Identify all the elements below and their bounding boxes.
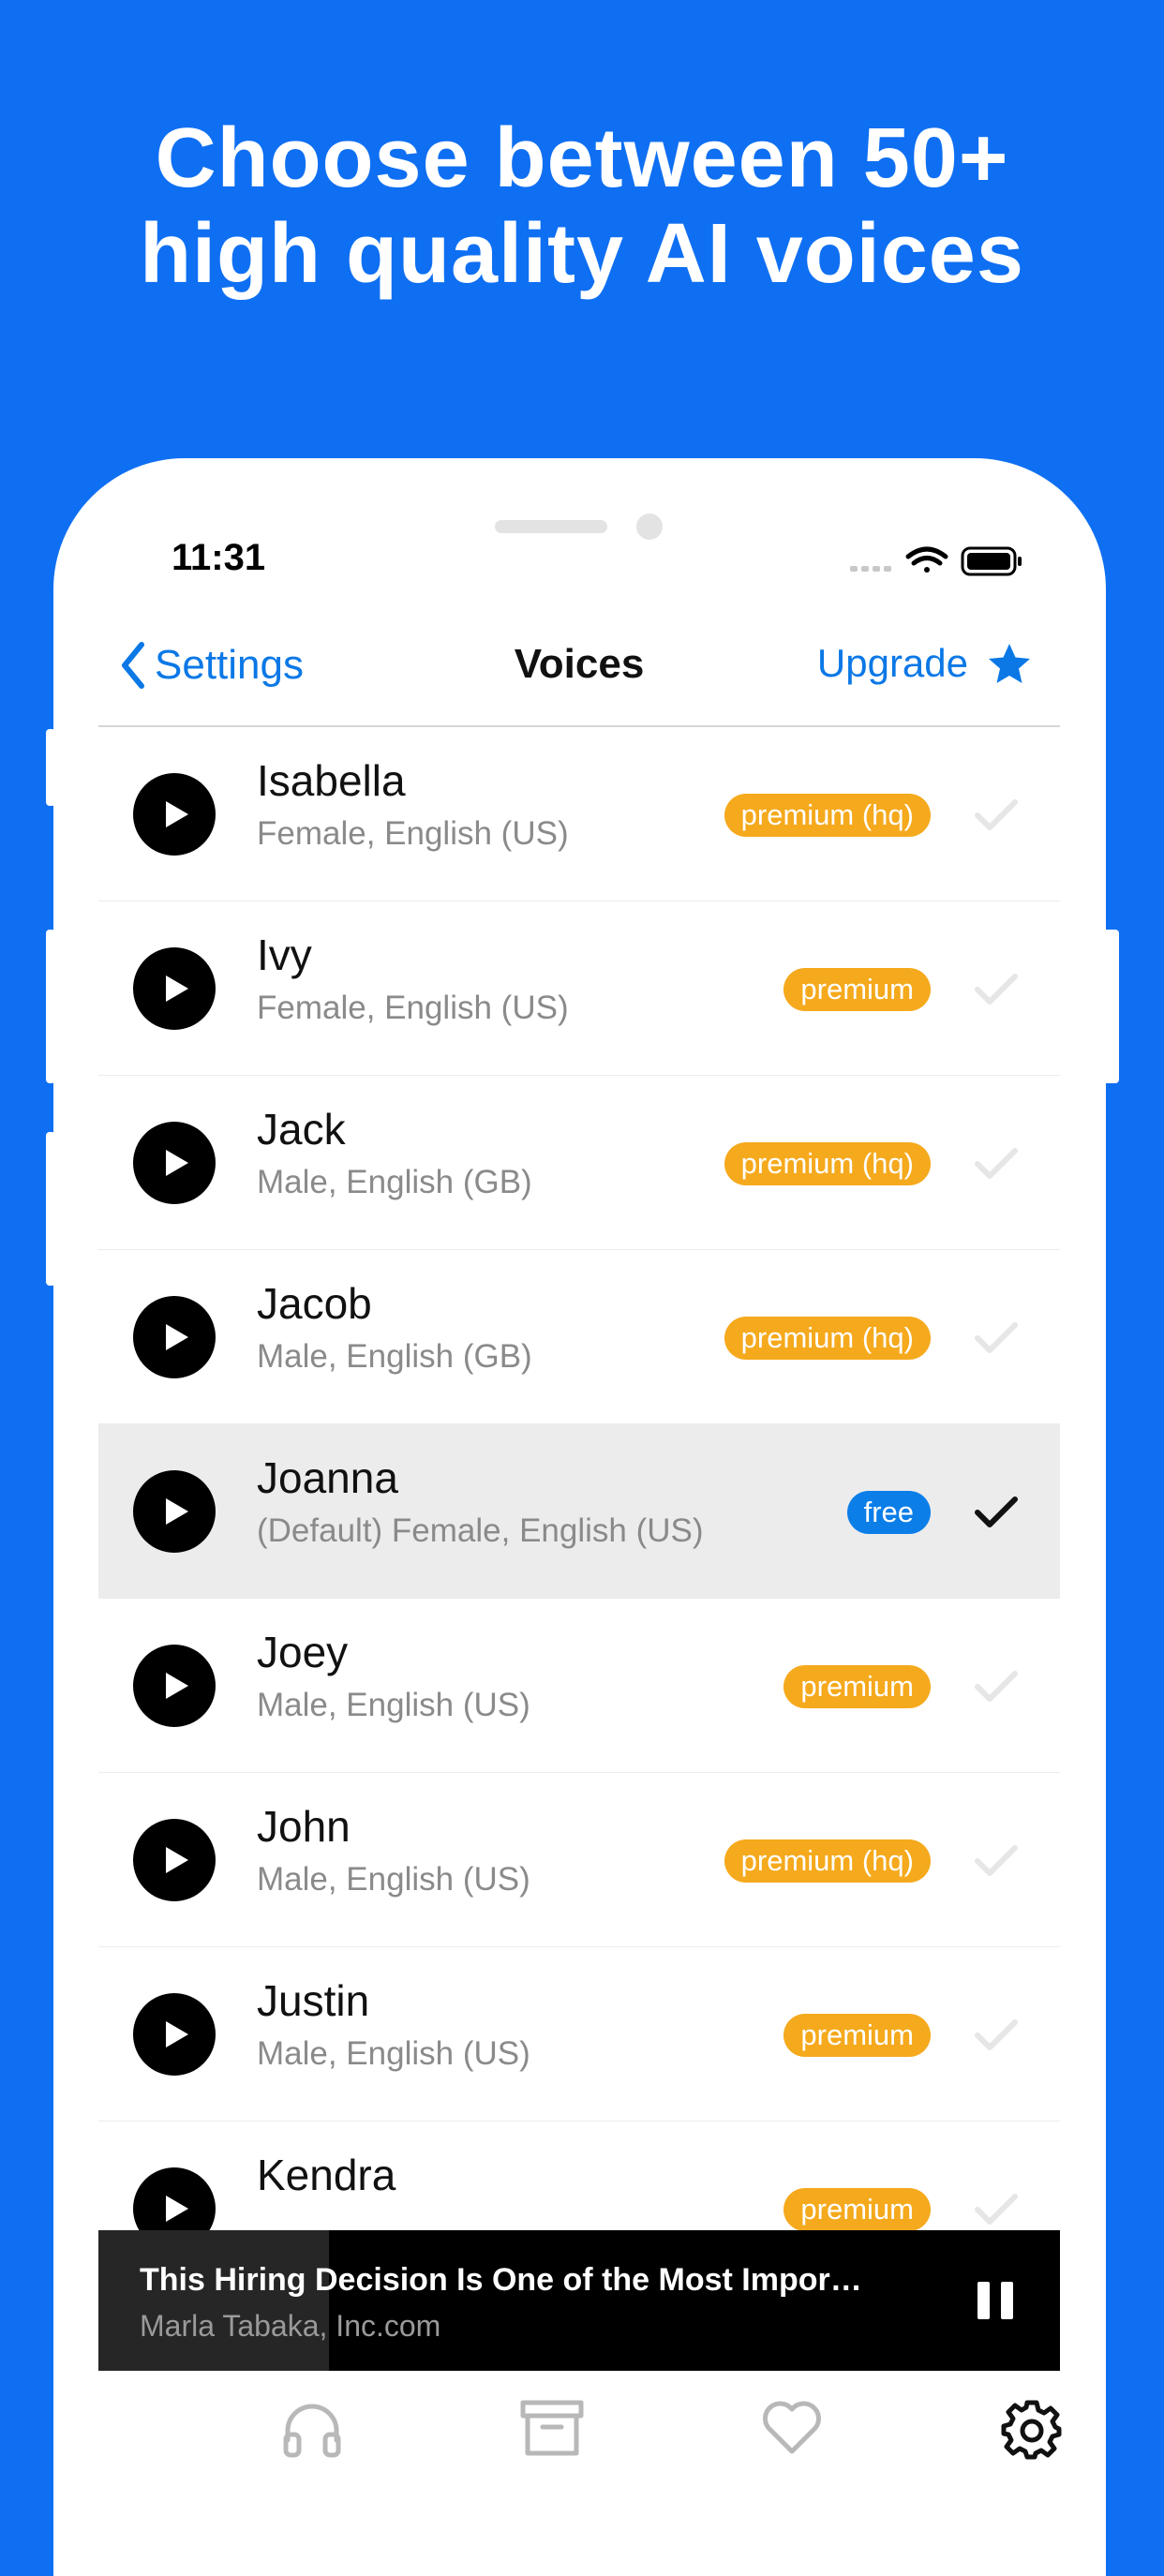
- heart-icon: [763, 2401, 821, 2454]
- voice-row[interactable]: Joanna (Default) Female, English (US) free: [98, 1424, 1060, 1599]
- voice-list[interactable]: Isabella Female, English (US) premium (hq)…: [98, 727, 1060, 2230]
- voice-row[interactable]: Isabella Female, English (US) premium (hq): [98, 727, 1060, 901]
- voice-row[interactable]: Justin Male, English (US) premium: [98, 1947, 1060, 2122]
- play-icon: [166, 1498, 188, 1525]
- tab-listen[interactable]: [275, 2399, 350, 2464]
- checkmark-icon[interactable]: [974, 797, 1019, 834]
- voice-tier-badge: premium: [783, 1665, 931, 1708]
- player-subtitle: Marla Tabaka, Inc.com: [140, 2309, 441, 2343]
- play-button[interactable]: [133, 1296, 216, 1378]
- voice-description: Male, English (GB): [257, 1164, 532, 1200]
- voice-tier-badge: premium: [783, 968, 931, 1011]
- status-time: 11:31: [172, 537, 266, 578]
- voice-tier-badge: premium (hq): [724, 794, 931, 837]
- play-button[interactable]: [133, 1645, 216, 1727]
- back-button[interactable]: Settings: [119, 641, 304, 690]
- tab-settings[interactable]: [994, 2399, 1069, 2464]
- play-icon: [166, 1324, 188, 1350]
- voice-description: Male, English (GB): [257, 1338, 532, 1375]
- wifi-icon: [905, 546, 948, 573]
- signal-icon: [850, 566, 891, 572]
- upgrade-button-label: Upgrade: [816, 641, 968, 685]
- pause-icon: [977, 2282, 990, 2319]
- checkmark-icon[interactable]: [974, 2191, 1019, 2228]
- play-button[interactable]: [133, 1993, 216, 2076]
- voice-name: Kendra: [257, 2151, 396, 2199]
- voice-tier-badge: free: [846, 1491, 931, 1534]
- play-icon: [166, 1150, 188, 1176]
- voice-tier-badge: premium: [783, 2188, 931, 2230]
- checkmark-icon[interactable]: [974, 971, 1019, 1008]
- pause-button[interactable]: [977, 2282, 1013, 2319]
- gear-icon: [1001, 2400, 1062, 2460]
- play-button[interactable]: [133, 1122, 216, 1204]
- checkmark-icon[interactable]: [974, 1145, 1019, 1183]
- play-button[interactable]: [133, 947, 216, 1030]
- play-icon: [166, 1673, 188, 1699]
- tab-archive[interactable]: [515, 2399, 589, 2464]
- checkmark-icon[interactable]: [974, 2017, 1019, 2054]
- play-button[interactable]: [133, 773, 216, 856]
- voice-description: Female, English (US): [257, 990, 569, 1026]
- voice-description: (Default) Female, English (US): [257, 1512, 704, 1549]
- play-button[interactable]: [133, 1819, 216, 1901]
- voice-name: Jack: [257, 1105, 346, 1154]
- checkmark-icon[interactable]: [974, 1494, 1019, 1531]
- phone-camera: [636, 514, 663, 540]
- voice-name: Joanna: [257, 1453, 398, 1502]
- voice-name: Ivy: [257, 931, 312, 979]
- headphones-icon: [283, 2404, 341, 2458]
- archive-icon: [520, 2400, 584, 2456]
- voice-row[interactable]: Joey Male, English (US) premium: [98, 1599, 1060, 1773]
- headline-line-1: Choose between 50+: [155, 112, 1009, 205]
- player-progress: [98, 2230, 330, 2371]
- voice-name: Joey: [257, 1628, 349, 1676]
- voice-row[interactable]: John Male, English (US) premium (hq): [98, 1773, 1060, 1947]
- voice-name: Jacob: [257, 1279, 372, 1328]
- voice-row[interactable]: Kendra premium: [98, 2122, 1060, 2230]
- play-button[interactable]: [133, 1470, 216, 1553]
- voice-description: Male, English (US): [257, 2035, 530, 2072]
- tab-favorites[interactable]: [754, 2399, 829, 2464]
- voice-row[interactable]: Jack Male, English (GB) premium (hq): [98, 1076, 1060, 1250]
- navigation-bar: Settings Voices Upgrade: [98, 628, 1060, 727]
- player-title: This Hiring Decision Is One of the Most …: [140, 2262, 862, 2298]
- chevron-left-icon: [122, 642, 144, 689]
- checkmark-icon[interactable]: [974, 1668, 1019, 1705]
- checkmark-icon[interactable]: [974, 1842, 1019, 1880]
- phone-speaker: [495, 520, 607, 533]
- pause-icon: [1001, 2282, 1013, 2319]
- play-icon: [166, 801, 188, 827]
- voice-tier-badge: premium (hq): [724, 1142, 931, 1185]
- voice-tier-badge: premium: [783, 2014, 931, 2057]
- back-button-label: Settings: [155, 642, 304, 688]
- play-icon: [166, 2196, 188, 2222]
- voice-description: Male, English (US): [257, 1861, 530, 1898]
- play-button[interactable]: [133, 2167, 216, 2230]
- headline-line-2: high quality AI voices: [140, 207, 1024, 301]
- voice-tier-badge: premium (hq): [724, 1317, 931, 1360]
- voice-name: Isabella: [257, 756, 406, 805]
- play-icon: [166, 2021, 188, 2047]
- upgrade-button[interactable]: Upgrade: [817, 641, 1032, 686]
- star-icon: [989, 644, 1030, 683]
- voice-tier-badge: premium (hq): [724, 1839, 931, 1883]
- voice-row[interactable]: Jacob Male, English (GB) premium (hq): [98, 1250, 1060, 1424]
- play-icon: [166, 1847, 188, 1873]
- headline: Choose between 50+ high quality AI voice…: [0, 111, 1164, 302]
- voice-description: Female, English (US): [257, 815, 569, 852]
- play-icon: [166, 975, 188, 1002]
- mini-player[interactable]: This Hiring Decision Is One of the Most …: [98, 2230, 1060, 2371]
- voice-row[interactable]: Ivy Female, English (US) premium: [98, 901, 1060, 1076]
- battery-icon: [961, 546, 1022, 576]
- voice-name: John: [257, 1802, 351, 1851]
- voice-name: Justin: [257, 1976, 370, 2025]
- checkmark-icon[interactable]: [974, 1319, 1019, 1357]
- tab-bar: [98, 2371, 1062, 2493]
- status-icons: [848, 543, 1026, 581]
- voice-description: Male, English (US): [257, 1687, 530, 1723]
